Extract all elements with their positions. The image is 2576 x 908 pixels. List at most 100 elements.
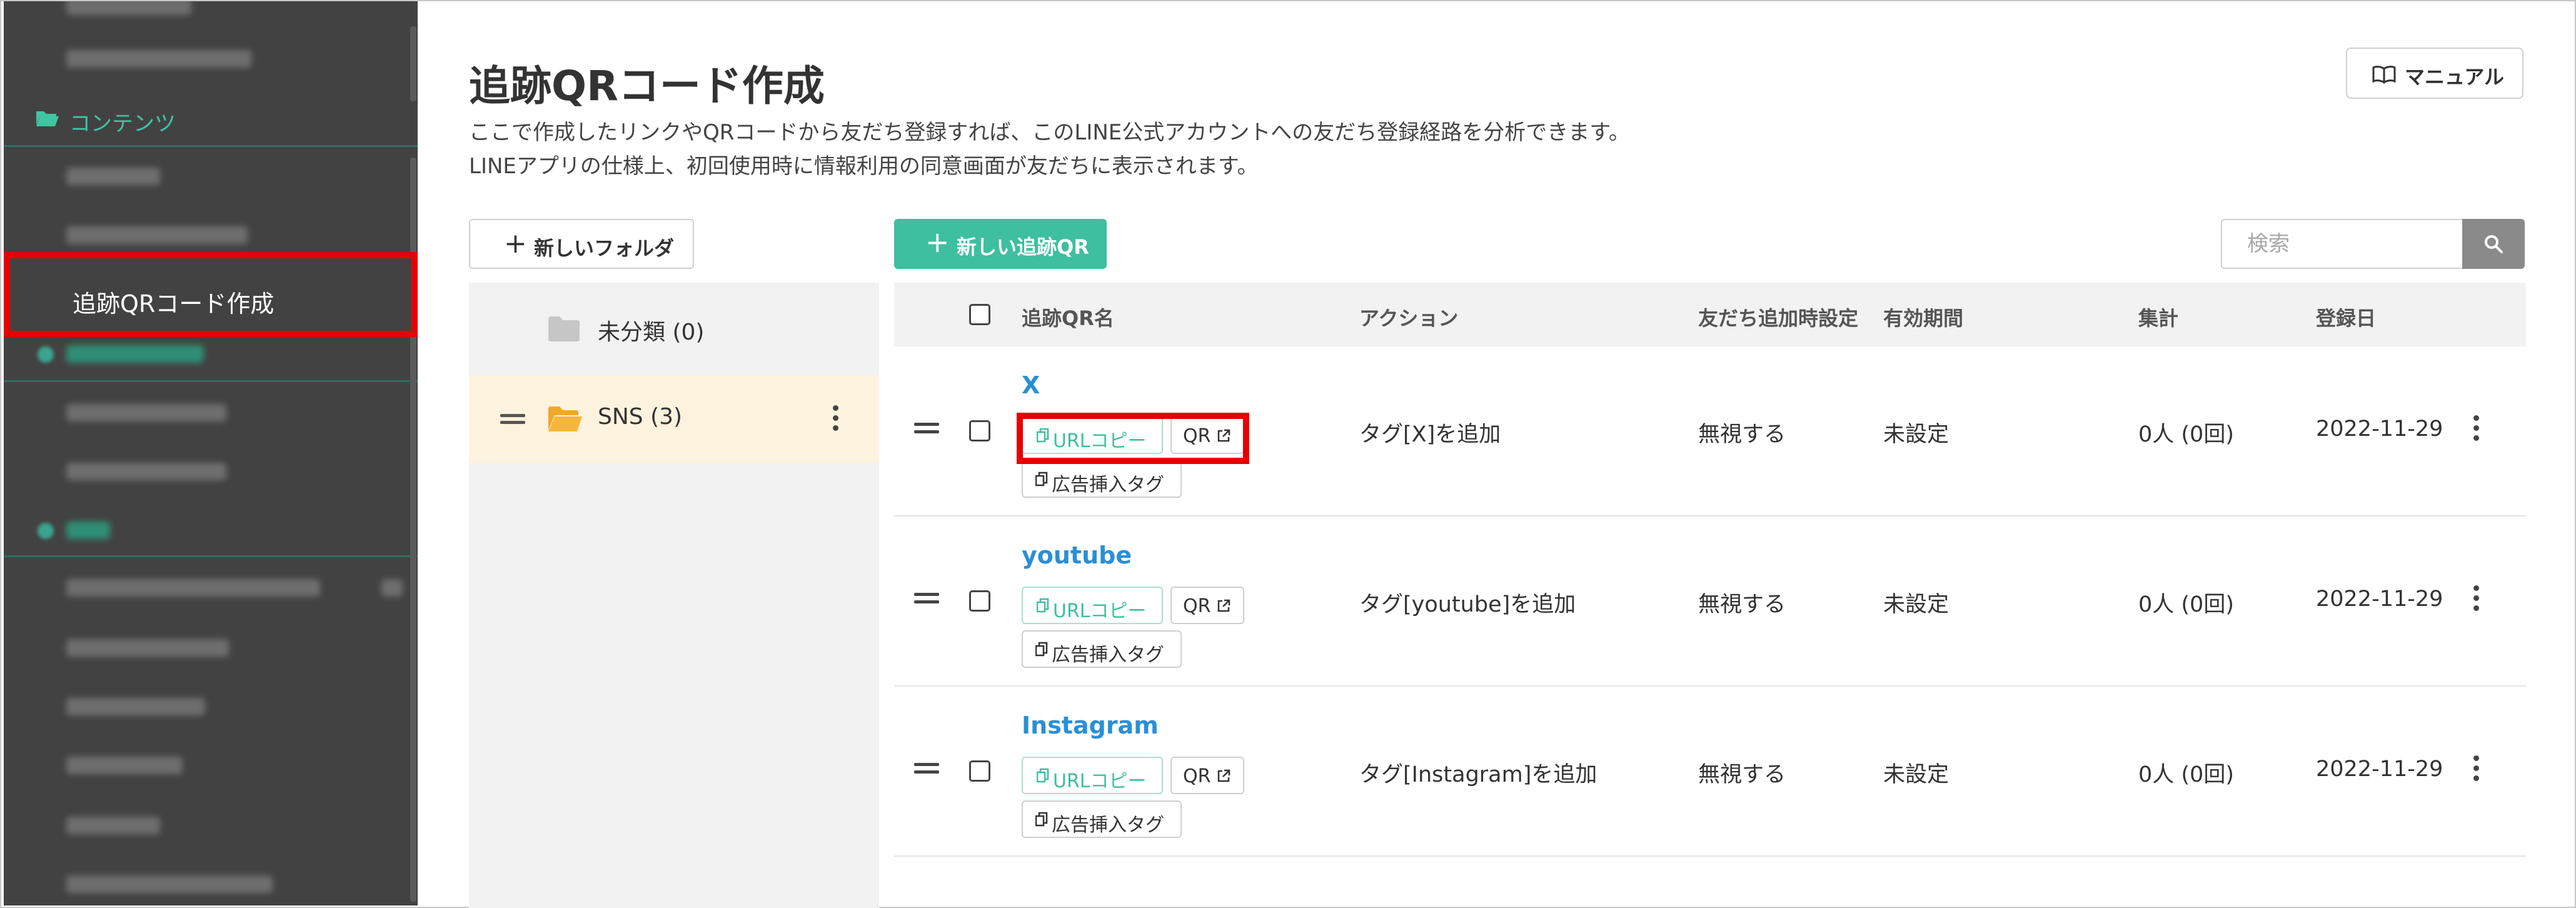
sidebar-scrollbar[interactable] bbox=[410, 26, 416, 101]
drag-handle-icon[interactable] bbox=[500, 414, 525, 424]
sidebar-divider bbox=[4, 555, 418, 557]
column-header-name: 追跡QR名 bbox=[1022, 306, 1114, 330]
search-box bbox=[2221, 219, 2525, 269]
url-copy-label: URLコピー bbox=[1053, 600, 1147, 622]
copy-icon bbox=[1035, 642, 1048, 657]
row-menu-icon[interactable] bbox=[2472, 585, 2480, 615]
sidebar-item-blurred[interactable] bbox=[4, 216, 418, 254]
drag-handle-icon[interactable] bbox=[914, 423, 939, 438]
period-cell: 未設定 bbox=[1883, 762, 1950, 787]
row-checkbox[interactable] bbox=[969, 590, 990, 612]
column-header-total: 集計 bbox=[2138, 306, 2179, 330]
folder-label: SNS (3) bbox=[598, 404, 683, 430]
sidebar-item-blurred[interactable] bbox=[4, 807, 418, 844]
sidebar-item-blurred[interactable] bbox=[4, 747, 418, 784]
sidebar-item-blurred[interactable] bbox=[4, 688, 418, 725]
folder-label: 未分類 (0) bbox=[598, 320, 705, 345]
qr-button[interactable]: QR bbox=[1170, 757, 1244, 794]
sidebar: コンテンツ bbox=[4, 1, 418, 905]
manual-button-label: マニュアル bbox=[2405, 65, 2505, 89]
friend-setting-cell: 無視する bbox=[1698, 592, 1786, 617]
sidebar-item-blurred[interactable] bbox=[4, 629, 418, 667]
sidebar-item-blurred[interactable] bbox=[4, 394, 418, 431]
qr-name-link[interactable]: Instagram bbox=[1022, 712, 1159, 739]
sidebar-item-blurred[interactable] bbox=[4, 453, 418, 490]
row-menu-icon[interactable] bbox=[2472, 755, 2480, 785]
folder-icon bbox=[548, 316, 580, 341]
drag-handle-icon[interactable] bbox=[914, 763, 939, 778]
folder-item-sns[interactable]: SNS (3) bbox=[469, 375, 879, 463]
action-cell: タグ[youtube]を追加 bbox=[1359, 592, 1576, 617]
url-copy-button[interactable]: URLコピー bbox=[1022, 757, 1163, 794]
plus-icon: + bbox=[925, 225, 950, 259]
copy-icon bbox=[1035, 472, 1048, 487]
book-icon bbox=[2372, 66, 2396, 84]
copy-icon bbox=[1037, 598, 1049, 613]
sidebar-item-blurred[interactable] bbox=[4, 569, 418, 607]
friend-setting-cell: 無視する bbox=[1698, 422, 1786, 447]
page-title: 追跡QRコード作成 bbox=[469, 62, 825, 110]
sidebar-divider bbox=[4, 380, 418, 382]
new-folder-button[interactable]: + 新しいフォルダ bbox=[469, 219, 694, 269]
qr-name-link[interactable]: youtube bbox=[1022, 542, 1132, 569]
highlight-box bbox=[1017, 413, 1249, 464]
folder-open-icon bbox=[36, 111, 59, 126]
sidebar-item-blurred[interactable] bbox=[4, 1, 418, 39]
total-cell: 0人 (0回) bbox=[2138, 762, 2234, 787]
table-row: Instagram URLコピー QR 広告挿入タグ タグ[Instagram]… bbox=[894, 687, 2526, 857]
column-header-period: 有効期間 bbox=[1883, 306, 1964, 330]
sidebar-item-blurred[interactable] bbox=[4, 40, 418, 78]
sidebar-item-label: 追跡QRコード作成 bbox=[73, 290, 274, 318]
search-button[interactable] bbox=[2462, 219, 2525, 269]
drag-handle-icon[interactable] bbox=[914, 593, 939, 608]
qr-button[interactable]: QR bbox=[1170, 587, 1244, 624]
manual-button[interactable]: マニュアル bbox=[2346, 48, 2523, 99]
sidebar-item-blurred[interactable] bbox=[4, 158, 418, 195]
search-icon bbox=[2485, 235, 2503, 253]
sidebar-section-blurred[interactable] bbox=[4, 335, 418, 373]
row-checkbox[interactable] bbox=[969, 420, 990, 441]
period-cell: 未設定 bbox=[1883, 422, 1950, 447]
sidebar-section-contents[interactable]: コンテンツ bbox=[4, 95, 418, 145]
row-checkbox[interactable] bbox=[969, 760, 990, 782]
column-header-action: アクション bbox=[1359, 306, 1459, 330]
url-copy-label: URLコピー bbox=[1053, 770, 1147, 792]
folder-open-icon bbox=[548, 406, 582, 431]
sidebar-section-label: コンテンツ bbox=[69, 111, 176, 136]
new-folder-label: 新しいフォルダ bbox=[534, 236, 675, 260]
row-menu-icon[interactable] bbox=[2472, 415, 2480, 445]
sidebar-divider bbox=[4, 145, 418, 147]
new-tracking-qr-button[interactable]: + 新しい追跡QR bbox=[894, 219, 1107, 269]
folder-item-uncategorized[interactable]: 未分類 (0) bbox=[469, 285, 879, 373]
ad-tag-button[interactable]: 広告挿入タグ bbox=[1022, 800, 1182, 838]
ad-tag-button[interactable]: 広告挿入タグ bbox=[1022, 460, 1182, 498]
page-description-line1: ここで作成したリンクやQRコードから友だち登録すれば、このLINE公式アカウント… bbox=[469, 120, 1630, 145]
url-copy-button[interactable]: URLコピー bbox=[1022, 587, 1163, 624]
total-cell: 0人 (0回) bbox=[2138, 592, 2234, 617]
external-link-icon bbox=[1217, 599, 1230, 612]
search-input[interactable] bbox=[2221, 219, 2462, 269]
friend-setting-cell: 無視する bbox=[1698, 762, 1786, 787]
date-cell: 2022-11-29 bbox=[2316, 587, 2443, 612]
date-cell: 2022-11-29 bbox=[2316, 757, 2443, 782]
select-all-checkbox[interactable] bbox=[969, 304, 990, 325]
ad-tag-button[interactable]: 広告挿入タグ bbox=[1022, 630, 1182, 668]
qr-label: QR bbox=[1183, 765, 1211, 787]
sidebar-section-blurred[interactable] bbox=[4, 512, 418, 549]
folder-menu-icon[interactable] bbox=[832, 405, 839, 433]
column-header-friend-setting: 友だち追加時設定 bbox=[1698, 306, 1859, 330]
qr-label: QR bbox=[1183, 595, 1211, 617]
total-cell: 0人 (0回) bbox=[2138, 422, 2234, 447]
qr-name-link[interactable]: X bbox=[1022, 371, 1040, 399]
action-cell: タグ[Instagram]を追加 bbox=[1359, 762, 1597, 787]
ad-tag-label: 広告挿入タグ bbox=[1052, 814, 1164, 836]
sidebar-item-blurred[interactable] bbox=[4, 865, 418, 903]
new-tracking-qr-label: 新しい追跡QR bbox=[957, 235, 1089, 259]
table-header: 追跡QR名 アクション 友だち追加時設定 有効期間 集計 登録日 bbox=[894, 283, 2526, 346]
copy-icon bbox=[1037, 768, 1049, 783]
ad-tag-label: 広告挿入タグ bbox=[1052, 474, 1164, 496]
sidebar-item-tracking-qr-active[interactable]: 追跡QRコード作成 bbox=[4, 252, 418, 337]
page-description-line2: LINEアプリの仕様上、初回使用時に情報利用の同意画面が友だちに表示されます。 bbox=[469, 154, 1259, 179]
date-cell: 2022-11-29 bbox=[2316, 416, 2443, 441]
external-link-icon bbox=[1217, 769, 1230, 782]
